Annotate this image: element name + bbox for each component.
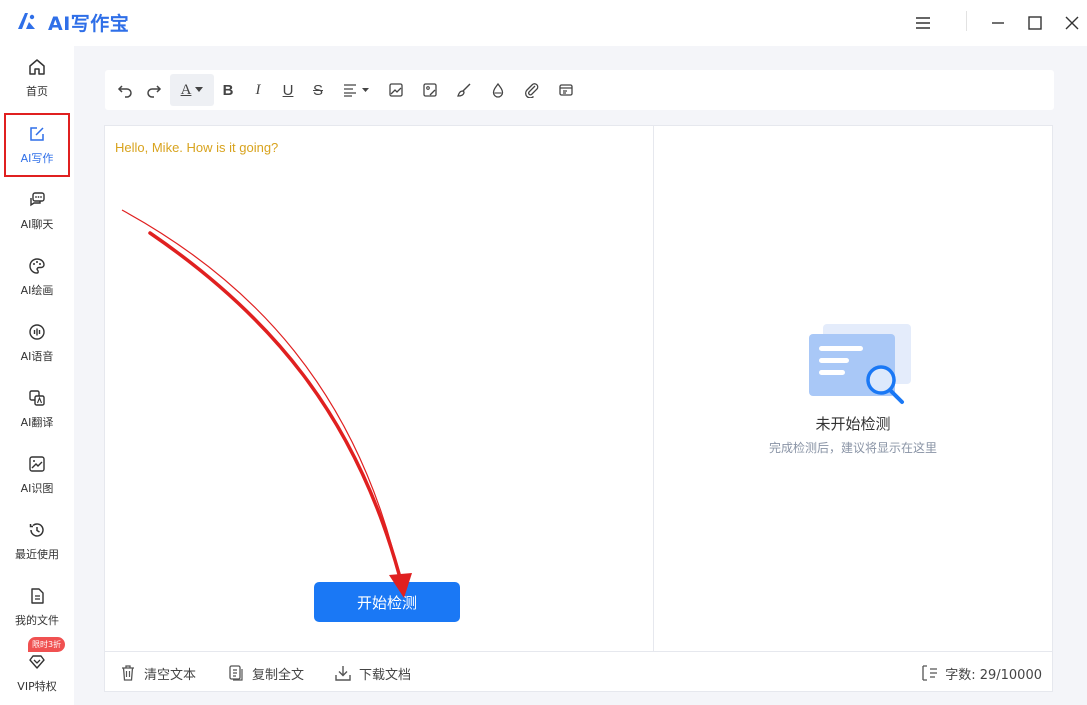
align-button[interactable] bbox=[339, 78, 373, 102]
sidebar-item-ai-writing[interactable]: AI写作 bbox=[4, 113, 70, 177]
font-color-button[interactable]: A bbox=[170, 74, 214, 106]
word-count: 字数: 29/10000 bbox=[921, 663, 1042, 683]
menu-icon[interactable] bbox=[911, 11, 935, 35]
editor-textarea[interactable]: Hello, Mike. How is it going? bbox=[115, 140, 278, 155]
close-icon[interactable] bbox=[1060, 11, 1084, 35]
attachment-icon[interactable] bbox=[520, 78, 544, 102]
sidebar-item-label: AI语音 bbox=[20, 350, 54, 363]
sidebar-item-my-files[interactable]: 我的文件 bbox=[4, 575, 70, 639]
trash-icon bbox=[122, 665, 134, 681]
redo-icon[interactable] bbox=[142, 78, 166, 102]
empty-state-title: 未开始检测 bbox=[815, 415, 891, 433]
sidebar-item-ai-painting[interactable]: AI绘画 bbox=[4, 245, 70, 309]
sidebar-item-label: VIP特权 bbox=[17, 680, 57, 693]
translate-icon bbox=[27, 388, 47, 408]
app-title: AI写作宝 bbox=[48, 13, 130, 35]
download-icon bbox=[335, 666, 351, 681]
sidebar-item-label: AI识图 bbox=[20, 482, 54, 495]
copy-all-label: 复制全文 bbox=[252, 667, 305, 683]
underline-icon: U bbox=[282, 81, 294, 99]
font-color-icon: A bbox=[180, 81, 192, 98]
home-icon bbox=[27, 57, 47, 77]
italic-button[interactable]: I bbox=[246, 78, 270, 102]
sidebar-item-label: 我的文件 bbox=[15, 614, 59, 627]
image-icon[interactable] bbox=[384, 78, 408, 102]
chat-icon bbox=[27, 190, 47, 210]
bold-icon: B bbox=[222, 81, 234, 99]
sidebar-item-label: 最近使用 bbox=[15, 548, 59, 561]
bold-button[interactable]: B bbox=[216, 78, 240, 102]
audio-icon bbox=[27, 322, 47, 342]
sidebar-item-label: AI写作 bbox=[20, 152, 54, 165]
clear-text-button[interactable]: 清空文本 bbox=[119, 663, 196, 683]
sidebar-item-label: AI聊天 bbox=[20, 218, 54, 231]
clear-text-label: 清空文本 bbox=[144, 667, 197, 683]
history-icon bbox=[27, 520, 47, 540]
promo-badge: 限时3折 bbox=[28, 637, 66, 652]
strikethrough-icon: S bbox=[312, 81, 323, 99]
palette-icon bbox=[27, 256, 47, 276]
panel-divider bbox=[653, 126, 654, 651]
diamond-icon bbox=[27, 652, 47, 672]
sidebar-item-ai-voice[interactable]: AI语音 bbox=[4, 311, 70, 375]
template-icon[interactable] bbox=[554, 78, 578, 102]
undo-icon[interactable] bbox=[113, 78, 137, 102]
file-icon bbox=[27, 586, 47, 606]
sidebar-item-ai-translate[interactable]: AI翻译 bbox=[4, 377, 70, 441]
image-edit-icon[interactable] bbox=[418, 78, 442, 102]
editor-panel: Hello, Mike. How is it going? 开始检测 未开始检测… bbox=[104, 125, 1053, 692]
brush-icon[interactable] bbox=[452, 78, 476, 102]
title-divider bbox=[966, 11, 967, 31]
edit-icon bbox=[27, 124, 47, 144]
caret-down-icon bbox=[195, 87, 204, 92]
strikethrough-button[interactable]: S bbox=[306, 78, 330, 102]
title-bar: AI写作宝 bbox=[0, 0, 1087, 46]
download-document-label: 下载文档 bbox=[359, 667, 412, 683]
italic-icon: I bbox=[255, 81, 261, 98]
editor-toolbar: A B I U S bbox=[105, 70, 1054, 110]
footer-divider bbox=[105, 651, 1052, 652]
caret-down-icon bbox=[362, 87, 369, 92]
empty-state-subtitle: 完成检测后，建议将显示在这里 bbox=[768, 441, 937, 455]
word-count-icon bbox=[922, 665, 938, 681]
image-recognize-icon bbox=[27, 454, 47, 474]
sidebar-item-ai-chat[interactable]: AI聊天 bbox=[4, 179, 70, 243]
align-icon bbox=[344, 84, 356, 97]
maximize-icon[interactable] bbox=[1023, 11, 1047, 35]
minimize-icon[interactable] bbox=[986, 11, 1010, 35]
sidebar-item-ai-image-recognition[interactable]: AI识图 bbox=[4, 443, 70, 507]
sidebar-item-home[interactable]: 首页 bbox=[4, 46, 70, 110]
sidebar-item-label: AI翻译 bbox=[20, 416, 54, 429]
download-document-button[interactable]: 下载文档 bbox=[334, 663, 411, 683]
copy-all-button[interactable]: 复制全文 bbox=[227, 663, 304, 683]
start-detection-button[interactable]: 开始检测 bbox=[314, 582, 460, 622]
water-drop-icon[interactable] bbox=[486, 78, 510, 102]
document-search-icon bbox=[809, 324, 911, 404]
sidebar-item-label: 首页 bbox=[26, 85, 48, 98]
sidebar-item-label: AI绘画 bbox=[20, 284, 54, 297]
underline-button[interactable]: U bbox=[276, 78, 300, 102]
word-count-label: 字数: 29/10000 bbox=[945, 667, 1042, 683]
sidebar: 首页 AI写作 AI聊天 AI绘画 AI语音 AI翻译 AI识图 最近使用 我的… bbox=[0, 46, 74, 705]
copy-icon bbox=[229, 665, 243, 681]
logo-icon bbox=[18, 13, 35, 29]
sidebar-item-recent[interactable]: 最近使用 bbox=[4, 509, 70, 573]
